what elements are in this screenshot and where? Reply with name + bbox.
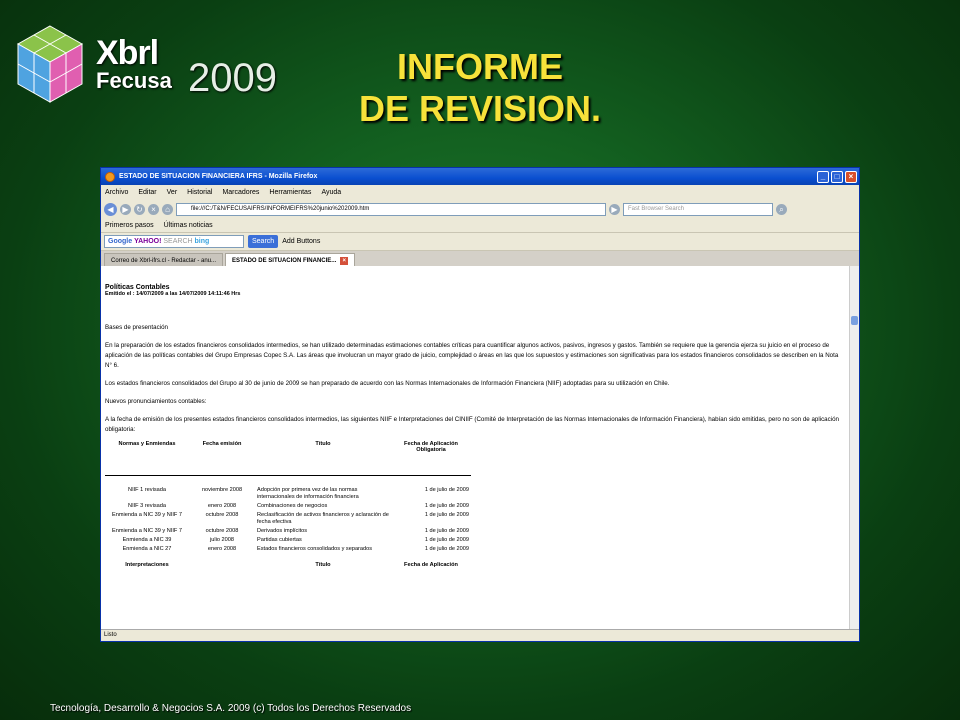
cell-titulo: Reclasificación de activos financieros y… <box>257 512 389 525</box>
google-toolbar: Google YAHOO! SEARCH bing Search Add But… <box>101 233 859 251</box>
go-icon[interactable]: ▶ <box>609 203 620 215</box>
menu-editar[interactable]: Editar <box>138 189 156 196</box>
cell-titulo: Adopción por primera vez de las normas i… <box>257 487 359 500</box>
window-title: ESTADO DE SITUACION FINANCIERA IFRS - Mo… <box>119 173 318 180</box>
scroll-thumb[interactable] <box>851 316 858 325</box>
cell-fecha: enero 2008 <box>207 546 237 552</box>
col2-aplicacion: Fecha de Aplicación <box>404 562 458 568</box>
table-row: Enmienda a NIC 39 julio 2008 Partidas cu… <box>105 536 471 545</box>
doc-issued: Emitido el : 14/07/2009 a las 14/07/2009… <box>105 291 241 297</box>
table2-header: Interpretaciones Título Fecha de Aplicac… <box>105 562 471 568</box>
cell-norma: Enmienda a NIC 39 y NIIF 7 <box>112 528 182 534</box>
cell-fecha: octubre 2008 <box>205 528 239 534</box>
cell-fecha: julio 2008 <box>210 537 234 543</box>
col-titulo: Título <box>315 441 331 447</box>
vertical-scrollbar[interactable] <box>849 266 859 631</box>
logo-fecusa-text: Fecusa <box>96 68 172 93</box>
cell-aplicacion: 1 de julio de 2009 <box>424 512 469 518</box>
cell-norma: NIIF 1 revisada <box>128 487 166 493</box>
paragraph-1: En la preparación de los estados financi… <box>105 342 839 369</box>
address-bar[interactable]: file:///C:/T&N/FECUSAIFRS/INFORMEIFRS%20… <box>176 202 606 216</box>
paragraph-2: Los estados financieros consolidados del… <box>105 380 670 387</box>
cell-norma: Enmienda a NIC 27 <box>122 546 172 552</box>
tab-estado-label: ESTADO DE SITUACION FINANCIE... <box>232 258 337 264</box>
maximize-icon[interactable]: □ <box>831 170 843 183</box>
cell-titulo: Derivados implícitos <box>257 528 308 534</box>
col-normas: Normas y Enmiendas <box>118 441 176 447</box>
cell-aplicacion: 1 de julio de 2009 <box>424 546 469 552</box>
paragraph-3: A la fecha de emisión de los presentes e… <box>105 416 839 433</box>
table-row: NIIF 3 revisada enero 2008 Combinaciones… <box>105 502 471 511</box>
table-row: Enmienda a NIC 39 y NIIF 7 octubre 2008 … <box>105 527 471 536</box>
tab-correo-label: Correo de Xbrl-ifrs.cl - Redactar - anu.… <box>111 258 217 264</box>
firefox-icon <box>105 171 115 182</box>
minimize-icon[interactable]: _ <box>817 170 829 183</box>
cell-fecha: noviembre 2008 <box>201 487 243 493</box>
menu-historial[interactable]: Historial <box>187 189 212 196</box>
cube-logo-icon <box>16 25 84 103</box>
norms-table: Normas y Enmiendas Fecha emisión Título … <box>105 439 471 467</box>
slide-title-line2: DE REVISION. <box>358 88 602 129</box>
google-search-button[interactable]: Search <box>248 235 279 248</box>
col-fecha: Fecha emisión <box>202 441 242 447</box>
col2-interpretaciones: Interpretaciones <box>125 562 169 568</box>
section-title-nuevos: Nuevos pronunciamientos contables: <box>105 398 207 405</box>
browser-window: ESTADO DE SITUACION FINANCIERA IFRS - Mo… <box>100 167 860 642</box>
bookmarks-bar: Primeros pasos Últimas noticias <box>101 218 859 233</box>
table-row: Enmienda a NIC 27 enero 2008 Estados fin… <box>105 545 471 554</box>
page-content: Políticas Contables Emitido el : 14/07/2… <box>101 266 851 631</box>
cell-titulo: Partidas cubiertas <box>257 537 302 543</box>
reload-icon[interactable]: ↻ <box>134 203 145 215</box>
cell-aplicacion: 1 de julio de 2009 <box>424 503 469 509</box>
status-bar: Listo <box>101 629 859 641</box>
google-search-input[interactable]: Google YAHOO! SEARCH bing <box>104 235 244 248</box>
cell-aplicacion: 1 de julio de 2009 <box>424 487 469 493</box>
search-input[interactable]: Fast Browser Search <box>623 202 773 216</box>
doc-heading: Políticas Contables <box>105 284 170 291</box>
col2-titulo: Título <box>315 562 331 568</box>
footer-copyright: Tecnología, Desarrollo & Negocios S.A. 2… <box>50 703 412 714</box>
slide-title: INFORME DE REVISION. <box>330 46 630 130</box>
close-icon[interactable]: × <box>845 170 857 183</box>
cell-titulo: Combinaciones de negocios <box>257 503 328 509</box>
cell-norma: Enmienda a NIC 39 y NIIF 7 <box>112 512 182 518</box>
close-tab-icon[interactable]: × <box>340 257 349 265</box>
navigation-bar: ◀ ▶ ↻ × ⌂ file:///C:/T&N/FECUSAIFRS/INFO… <box>101 200 859 218</box>
forward-icon[interactable]: ▶ <box>120 203 131 215</box>
cell-aplicacion: 1 de julio de 2009 <box>424 528 469 534</box>
section-title-bases: Bases de presentación <box>105 324 168 331</box>
table-row: NIIF 1 revisada noviembre 2008 Adopción … <box>105 486 471 502</box>
stop-icon[interactable]: × <box>148 203 159 215</box>
norms-table-body: NIIF 1 revisada noviembre 2008 Adopción … <box>105 486 471 554</box>
search-icon[interactable]: ⌕ <box>776 203 787 215</box>
menu-marcadores[interactable]: Marcadores <box>222 189 259 196</box>
home-icon[interactable]: ⌂ <box>162 203 173 215</box>
cell-aplicacion: 1 de julio de 2009 <box>424 537 469 543</box>
cell-norma: Enmienda a NIC 39 <box>122 537 172 543</box>
add-buttons-button[interactable]: Add Buttons <box>282 238 320 245</box>
menu-herramientas[interactable]: Herramientas <box>269 189 311 196</box>
cell-norma: NIIF 3 revisada <box>128 503 166 509</box>
table-divider <box>105 475 471 476</box>
col-aplicacion: Fecha de Aplicación Obligatoria <box>404 441 458 453</box>
logo-year-text: 2009 <box>188 56 277 100</box>
cell-fecha: enero 2008 <box>207 503 237 509</box>
slide-title-line1: INFORME <box>397 46 563 87</box>
bookmark-primeros-pasos[interactable]: Primeros pasos <box>105 222 154 229</box>
menu-ayuda[interactable]: Ayuda <box>321 189 341 196</box>
xbrl-fecusa-logo: Xbrl Fecusa 2009 <box>10 18 277 128</box>
back-icon[interactable]: ◀ <box>104 202 117 216</box>
menu-ver[interactable]: Ver <box>167 189 178 196</box>
table-row: Enmienda a NIC 39 y NIIF 7 octubre 2008 … <box>105 511 471 527</box>
bookmark-ultimas-noticias[interactable]: Últimas noticias <box>164 222 213 229</box>
cell-titulo: Estados financieros consolidados y separ… <box>257 546 373 552</box>
browser-titlebar: ESTADO DE SITUACION FINANCIERA IFRS - Mo… <box>101 168 859 185</box>
menu-bar: Archivo Editar Ver Historial Marcadores … <box>101 185 859 200</box>
cell-fecha: octubre 2008 <box>205 512 239 518</box>
menu-archivo[interactable]: Archivo <box>105 189 128 196</box>
